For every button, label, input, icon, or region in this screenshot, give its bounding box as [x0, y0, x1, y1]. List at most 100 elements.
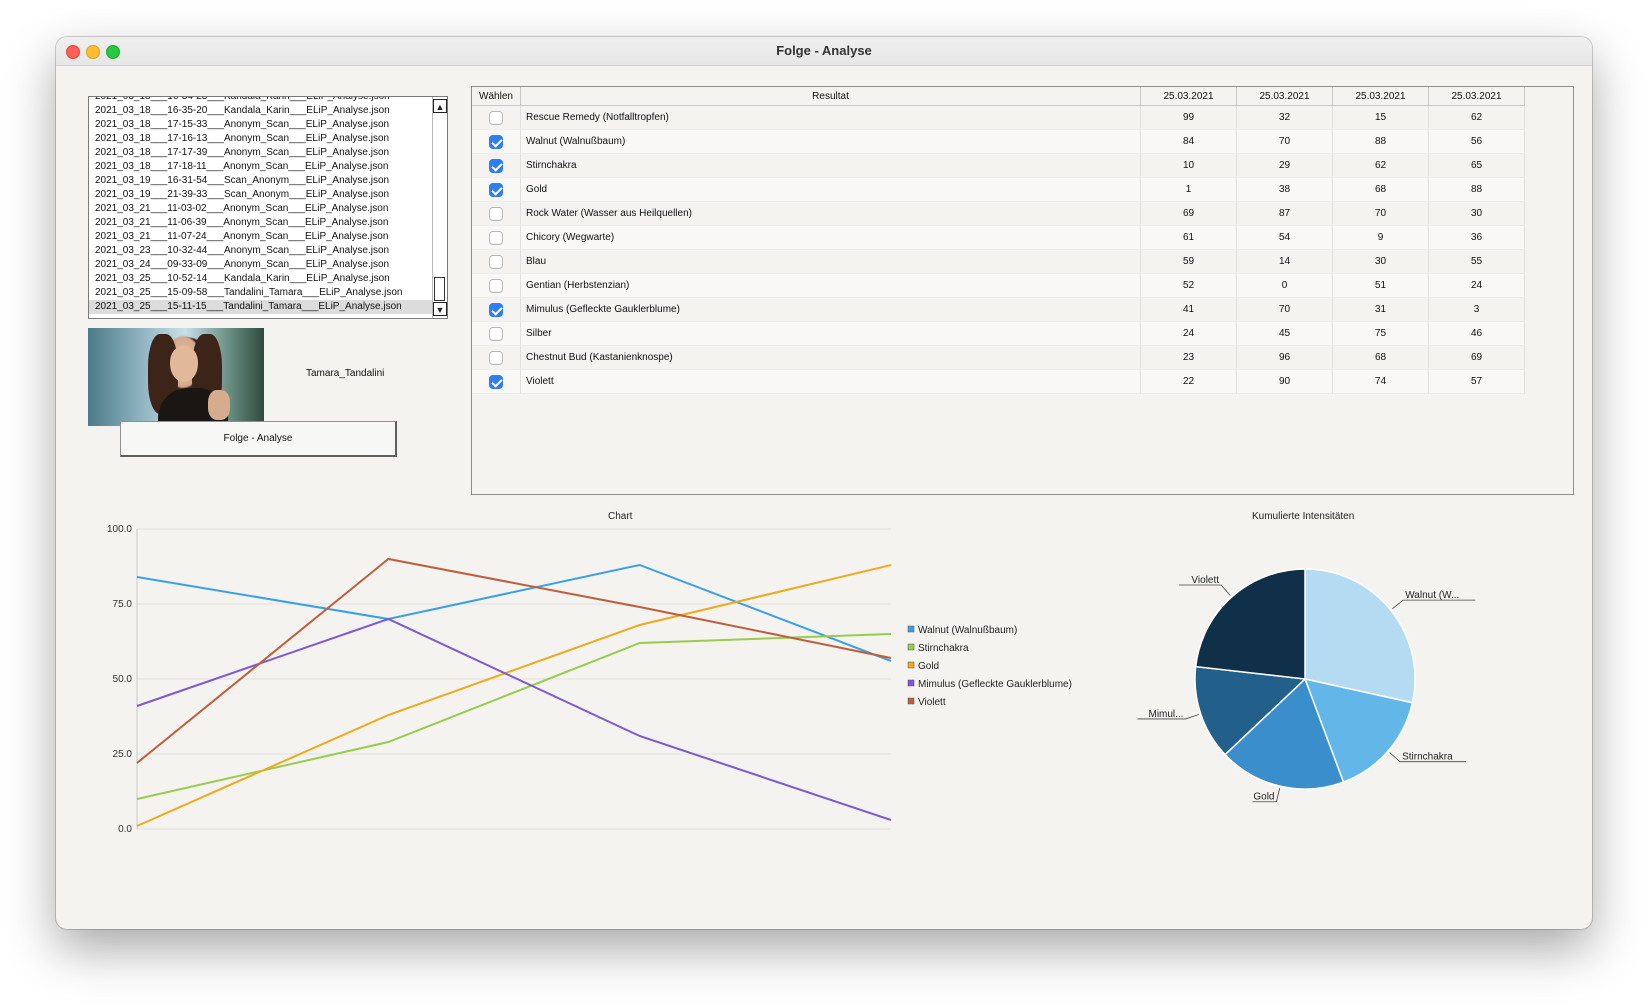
- value-cell: 70: [1332, 201, 1429, 226]
- value-cell: 68: [1332, 177, 1429, 202]
- scroll-down-arrow-icon[interactable]: ▼: [433, 302, 447, 316]
- select-checkbox[interactable]: [489, 158, 503, 173]
- select-cell: [472, 225, 521, 250]
- file-list[interactable]: 2021_03_18___16-34-23___Kandala_Karin___…: [88, 96, 448, 319]
- file-list-item[interactable]: 2021_03_23___10-32-44___Anonym_Scan___EL…: [89, 244, 447, 258]
- value-cell: 0: [1236, 273, 1333, 298]
- value-cell: 99: [1140, 105, 1237, 130]
- file-list-item[interactable]: 2021_03_25___10-52-14___Kandala_Karin___…: [89, 272, 447, 286]
- series-line: [136, 557, 892, 764]
- file-list-item[interactable]: 2021_03_21___11-06-39___Anonym_Scan___EL…: [89, 216, 447, 230]
- value-cell: 30: [1332, 249, 1429, 274]
- legend-label: Stirnchakra: [918, 643, 969, 654]
- select-checkbox[interactable]: [489, 254, 503, 269]
- table-row[interactable]: Rescue Remedy (Notfalltropfen) 99 32 15 62: [472, 105, 1525, 130]
- value-cell: 74: [1332, 369, 1429, 394]
- file-list-item[interactable]: 2021_03_19___21-39-33___Scan_Anonym___EL…: [89, 188, 447, 202]
- column-header[interactable]: Wählen: [472, 87, 521, 106]
- select-checkbox[interactable]: [489, 134, 503, 149]
- select-checkbox[interactable]: [489, 182, 503, 197]
- value-cell: 45: [1236, 321, 1333, 346]
- table-row[interactable]: Gold 1 38 68 88: [472, 177, 1525, 202]
- value-cell: 38: [1236, 177, 1333, 202]
- column-header[interactable]: 25.03.2021: [1140, 87, 1237, 106]
- table-row[interactable]: Mimulus (Gefleckte Gauklerblume) 41 70 31 3: [472, 297, 1525, 322]
- result-name-cell: Mimulus (Gefleckte Gauklerblume): [520, 297, 1141, 322]
- column-header[interactable]: Resultat: [520, 87, 1141, 106]
- table-row[interactable]: Blau 59 14 30 55: [472, 249, 1525, 274]
- file-list-scrollbar[interactable]: ▲ ▼: [432, 97, 447, 318]
- folge-analyse-button[interactable]: Folge - Analyse: [120, 421, 397, 457]
- legend-label: Violett: [918, 697, 946, 708]
- select-checkbox[interactable]: [489, 206, 503, 221]
- profile-name: Tamara_Tandalini: [306, 368, 385, 379]
- table-header-row: Wählen Resultat 25.03.2021 25.03.2021 25.03.…: [472, 87, 1525, 106]
- table-row[interactable]: Violett 22 90 74 57: [472, 369, 1525, 394]
- value-cell: 65: [1428, 153, 1525, 178]
- result-name-cell: Gentian (Herbstenzian): [520, 273, 1141, 298]
- title-bar: Folge - Analyse: [56, 37, 1592, 66]
- value-cell: 23: [1140, 345, 1237, 370]
- result-name-cell: Walnut (Walnußbaum): [520, 129, 1141, 154]
- file-list-item[interactable]: 2021_03_25___15-09-58___Tandalini_Tamara…: [89, 286, 447, 300]
- value-cell: 61: [1140, 225, 1237, 250]
- pie-label-leader: [1179, 584, 1231, 596]
- select-checkbox[interactable]: [489, 302, 503, 317]
- scrollbar-thumb[interactable]: [434, 277, 445, 301]
- value-cell: 57: [1428, 369, 1525, 394]
- file-list-item[interactable]: 2021_03_18___17-17-39___Anonym_Scan___EL…: [89, 146, 447, 160]
- file-list-item[interactable]: 2021_03_18___17-16-13___Anonym_Scan___EL…: [89, 132, 447, 146]
- pie-slice-label: Walnut (W...: [1405, 590, 1459, 601]
- scroll-up-arrow-icon[interactable]: ▲: [433, 99, 447, 113]
- file-list-item[interactable]: 2021_03_18___16-35-20___Kandala_Karin___…: [89, 104, 447, 118]
- value-cell: 70: [1236, 129, 1333, 154]
- window-title: Folge - Analyse: [776, 43, 872, 58]
- profile-photo: [88, 328, 264, 426]
- select-checkbox[interactable]: [489, 326, 503, 341]
- value-cell: 22: [1140, 369, 1237, 394]
- column-header[interactable]: 25.03.2021: [1332, 87, 1429, 106]
- table-row[interactable]: Chicory (Wegwarte) 61 54 9 36: [472, 225, 1525, 250]
- table-row[interactable]: Gentian (Herbstenzian) 52 0 51 24: [472, 273, 1525, 298]
- file-list-item[interactable]: 2021_03_18___16-34-23___Kandala_Karin___…: [89, 97, 447, 104]
- file-list-item[interactable]: 2021_03_25___15-11-15___Tandalini_Tamara…: [89, 300, 447, 314]
- select-checkbox[interactable]: [489, 110, 503, 125]
- legend-label: Walnut (Walnußbaum): [918, 625, 1017, 636]
- file-list-item[interactable]: 2021_03_18___17-15-33___Anonym_Scan___EL…: [89, 118, 447, 132]
- select-checkbox[interactable]: [489, 278, 503, 293]
- select-cell: [472, 321, 521, 346]
- table-row[interactable]: Chestnut Bud (Kastanienknospe) 23 96 68 69: [472, 345, 1525, 370]
- file-list-item[interactable]: 2021_03_24___09-33-09___Anonym_Scan___EL…: [89, 258, 447, 272]
- column-header[interactable]: 25.03.2021: [1428, 87, 1525, 106]
- table-row[interactable]: Silber 24 45 75 46: [472, 321, 1525, 346]
- file-list-item[interactable]: 2021_03_21___11-07-24___Anonym_Scan___EL…: [89, 230, 447, 244]
- value-cell: 46: [1428, 321, 1525, 346]
- table-row[interactable]: Stirnchakra 10 29 62 65: [472, 153, 1525, 178]
- select-checkbox[interactable]: [489, 350, 503, 365]
- table-row[interactable]: Rock Water (Wasser aus Heilquellen) 69 87 7…: [472, 201, 1525, 226]
- legend-swatch: [907, 625, 915, 633]
- file-list-item[interactable]: 2021_03_21___11-03-02___Anonym_Scan___EL…: [89, 202, 447, 216]
- result-name-cell: Rock Water (Wasser aus Heilquellen): [520, 201, 1141, 226]
- value-cell: 24: [1428, 273, 1525, 298]
- pie-slice-label: Gold: [1253, 792, 1274, 803]
- column-header[interactable]: 25.03.2021: [1236, 87, 1333, 106]
- value-cell: 69: [1140, 201, 1237, 226]
- select-checkbox[interactable]: [489, 374, 503, 389]
- result-name-cell: Violett: [520, 369, 1141, 394]
- value-cell: 41: [1140, 297, 1237, 322]
- main-window: Folge - Analyse 2021_03_18___16-34-23___…: [56, 37, 1592, 929]
- pie-label-leader: [1392, 599, 1476, 610]
- value-cell: 3: [1428, 297, 1525, 322]
- result-name-cell: Stirnchakra: [520, 153, 1141, 178]
- series-line: [136, 633, 892, 800]
- select-cell: [472, 273, 521, 298]
- legend-label: Mimulus (Gefleckte Gauklerblume): [918, 679, 1072, 690]
- file-list-item[interactable]: 2021_03_19___16-31-54___Scan_Anonym___EL…: [89, 174, 447, 188]
- value-cell: 1: [1140, 177, 1237, 202]
- value-cell: 62: [1332, 153, 1429, 178]
- file-list-item[interactable]: 2021_03_18___17-18-11___Anonym_Scan___EL…: [89, 160, 447, 174]
- value-cell: 55: [1428, 249, 1525, 274]
- table-row[interactable]: Walnut (Walnußbaum) 84 70 88 56: [472, 129, 1525, 154]
- select-checkbox[interactable]: [489, 230, 503, 245]
